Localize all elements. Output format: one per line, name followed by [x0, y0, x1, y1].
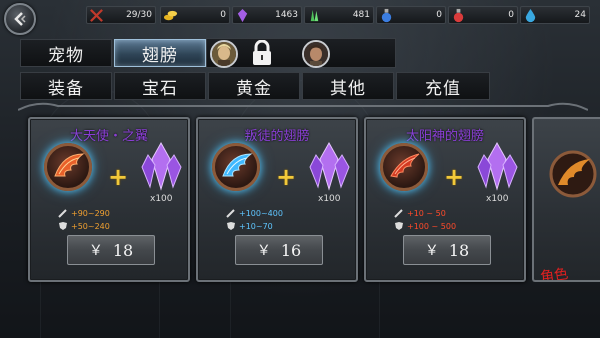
- tab-other[interactable]: 其他: [302, 72, 394, 100]
- resource-value: 481: [352, 10, 370, 20]
- attack-value: +90~290: [71, 208, 110, 218]
- partial-card-label: 角色: [539, 266, 570, 282]
- purple-crystal-icon[interactable]: [306, 141, 352, 193]
- purple-crystal-icon[interactable]: [474, 141, 520, 193]
- wing-item[interactable]: [212, 143, 260, 191]
- currency-symbol: ￥: [88, 243, 103, 259]
- wing-item[interactable]: [380, 143, 428, 191]
- resource-value: 24: [574, 10, 586, 20]
- sword-icon: [58, 209, 67, 218]
- defense-stat: +10~70: [226, 220, 273, 232]
- sword-icon: [226, 209, 235, 218]
- tab-pet[interactable]: 宠物: [20, 39, 112, 67]
- resource-gold: 0: [160, 6, 230, 24]
- character-portrait-icon: [304, 42, 328, 66]
- attack-stat: +10 ~ 50: [394, 207, 446, 219]
- attack-value: +100~400: [239, 208, 283, 218]
- resource-blue-drop: 24: [520, 6, 590, 24]
- wing-item[interactable]: [44, 143, 92, 191]
- shield-icon: [59, 222, 67, 230]
- buy-button[interactable]: ￥ 18: [403, 235, 491, 265]
- defense-value: +50~240: [71, 221, 110, 231]
- tab-label: 宠物: [48, 45, 84, 66]
- lock-icon: [253, 40, 271, 65]
- tab-label: 装备: [48, 78, 84, 99]
- buy-button[interactable]: ￥ 16: [235, 235, 323, 265]
- price-value: 18: [112, 240, 134, 260]
- tab-gold[interactable]: 黄金: [208, 72, 300, 100]
- resource-blue-potion: 0: [376, 6, 446, 24]
- resource-purple-crystal: 1463: [232, 6, 302, 24]
- tab-label: 其他: [330, 78, 366, 99]
- resource-value: 0: [220, 10, 226, 20]
- blue-potion-icon: [381, 8, 392, 23]
- crystal-quantity: x100: [150, 194, 173, 204]
- sword-icon: [394, 209, 403, 218]
- shop-card-1[interactable]: 大天使・之翼 + x100 +90~290 +50~240 ￥ 18: [28, 117, 190, 282]
- tab-label: 宝石: [142, 78, 178, 99]
- shop-card-4-partial[interactable]: 角色: [532, 117, 600, 282]
- resource-value: 0: [508, 10, 514, 20]
- purple-crystal-icon: [237, 8, 248, 23]
- buy-button[interactable]: ￥ 18: [67, 235, 155, 265]
- avatar-character-2[interactable]: [302, 40, 330, 68]
- defense-value: +10~70: [239, 221, 273, 231]
- defense-stat: +50~240: [58, 220, 110, 232]
- wing-icon: [222, 153, 253, 177]
- tab-wings[interactable]: 翅膀: [114, 39, 206, 67]
- tab-label: 充值: [425, 78, 461, 99]
- defense-value: +100 ~ 500: [407, 221, 457, 231]
- back-arrow-icon: [14, 12, 26, 26]
- plus-icon: +: [444, 163, 465, 191]
- crystal-quantity: x100: [486, 194, 509, 204]
- resource-value: 0: [436, 10, 442, 20]
- plus-icon: +: [108, 163, 129, 191]
- wing-icon: [54, 153, 85, 177]
- price-value: 16: [280, 240, 302, 260]
- back-button[interactable]: [4, 3, 36, 35]
- currency-symbol: ￥: [424, 243, 439, 259]
- currency-symbol: ￥: [256, 243, 271, 259]
- avatar-character-1[interactable]: [210, 40, 238, 68]
- green-crystal-icon: [310, 9, 319, 22]
- tab-recharge[interactable]: 充值: [396, 72, 490, 100]
- attack-value: +10 ~ 50: [407, 208, 446, 218]
- price-value: 18: [448, 240, 470, 260]
- red-potion-icon: [453, 8, 464, 23]
- wing-icon: [390, 153, 420, 178]
- gold-coins-icon: [163, 10, 178, 21]
- defense-stat: +100 ~ 500: [394, 220, 456, 232]
- sword-crossed-icon: [90, 9, 103, 22]
- attack-stat: +100~400: [226, 207, 283, 219]
- shop-card-3[interactable]: 太阳神的翅膀 + x100 +10 ~ 50 +100 ~ 500 ￥ 18: [364, 117, 526, 282]
- resource-value: 1463: [275, 10, 298, 20]
- tab-equipment[interactable]: 装备: [20, 72, 112, 100]
- plus-icon: +: [276, 163, 297, 191]
- scroll-ornament: [18, 102, 588, 111]
- attack-stat: +90~290: [58, 207, 110, 219]
- blue-drop-icon: [525, 8, 536, 23]
- purple-crystal-icon[interactable]: [138, 141, 184, 193]
- resource-green-crystal: 481: [304, 6, 374, 24]
- wing-icon: [549, 150, 597, 198]
- crystal-quantity: x100: [318, 194, 341, 204]
- shield-icon: [227, 222, 235, 230]
- shield-icon: [395, 222, 403, 230]
- resource-red-potion: 0: [448, 6, 518, 24]
- tab-label: 黄金: [236, 78, 272, 99]
- character-portrait-icon: [212, 42, 236, 66]
- tab-gems[interactable]: 宝石: [114, 72, 206, 100]
- shop-card-2[interactable]: 叛徒的翅膀 + x100 +100~400 +10~70 ￥ 16: [196, 117, 358, 282]
- tab-label: 翅膀: [142, 45, 178, 66]
- resource-value: 29/30: [126, 10, 152, 20]
- resource-stamina: 29/30: [86, 6, 156, 24]
